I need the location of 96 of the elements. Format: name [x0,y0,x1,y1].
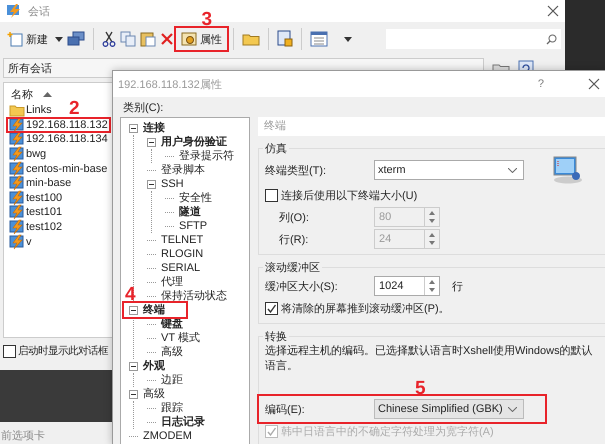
field-label: 终端类型(T): [265,164,328,178]
check-icon [266,426,277,436]
collapse-icon[interactable] [147,138,156,146]
description-text: 选择远程主机的编码。已选择默认语言时Xshell使用Windows的默认语言。 [265,344,594,374]
app-logo-icon [6,3,22,19]
tree-item[interactable]: 高级 [147,345,184,359]
session-icon [9,146,25,162]
tree-item[interactable]: 日志记录 [147,415,206,429]
terminal-type-dropdown[interactable]: xterm [374,160,524,180]
new-document-icon [7,31,23,47]
close-icon [588,78,600,90]
session-icon [9,190,25,206]
session-item[interactable]: bwg [9,146,46,162]
tree-item[interactable]: 边距 [147,373,184,387]
collapse-icon[interactable] [147,180,156,188]
help-button[interactable]: ? [538,78,544,90]
close-icon [547,5,559,17]
step-number: 2 [69,98,80,118]
group-title: 转换 [264,330,288,344]
tree-item[interactable]: TELNET [147,233,204,247]
group-title: 仿真 [264,142,288,156]
tree-item[interactable]: ZMODEM [129,429,193,443]
tree-item[interactable]: RLOGIN [147,247,204,261]
unit-label: 行 [452,280,463,294]
tree-item[interactable]: 键盘 [147,317,184,331]
field-label: 缓冲区大小(S): [265,280,339,294]
tree-item[interactable]: 跟踪 [147,401,184,415]
clipboard-icon [140,31,156,47]
field-label: 行(R): [278,232,310,246]
delete-icon [160,32,174,46]
session-item[interactable]: 192.168.118.134 [9,132,108,147]
tree-item[interactable]: 登录脚本 [147,163,206,177]
search-field[interactable] [386,29,561,49]
scissors-icon [102,31,116,47]
highlight-frame [174,26,229,52]
field-label: 列(O): [278,210,310,224]
tree-item[interactable]: VT 模式 [147,331,201,345]
checkbox-label: 将清除的屏幕推到滚动缓冲区(P)。 [281,302,450,316]
checkbox[interactable] [265,188,278,202]
field-label: 编码(E): [265,402,306,416]
step-number: 5 [415,379,426,398]
tree-item[interactable]: 安全性 [165,191,213,205]
session-item[interactable]: Links [9,103,52,118]
collapse-icon[interactable] [129,362,138,370]
tree-item[interactable]: SERIAL [147,261,202,275]
tree-item[interactable]: 隧道 [165,205,202,219]
copy-icon [120,31,136,47]
session-item[interactable]: test102 [9,220,62,234]
search-icon [546,34,557,44]
step-number: 3 [202,10,212,29]
category-label: 类别(C): [123,102,164,114]
tree-item[interactable]: 连接 [129,121,166,135]
collapse-icon[interactable] [129,390,138,398]
session-item[interactable]: centos-min-base [9,161,108,176]
session-icon [9,116,25,133]
tree-item[interactable]: 登录提示符 [165,149,235,163]
group-title: 滚动缓冲区 [264,260,321,275]
tree-item[interactable]: SFTP [165,219,208,233]
session-item[interactable]: test101 [9,205,62,220]
checkbox[interactable] [3,344,16,358]
checkbox[interactable] [265,302,278,314]
session-icon [9,160,25,177]
panel-header: 终端 [264,120,286,132]
session-item[interactable]: min-base [9,176,72,191]
step-number: 4 [125,285,136,304]
session-icon [9,175,25,192]
number-spinner[interactable]: 1024 [374,276,440,296]
checkbox-label: 连接后使用以下终端大小(U) [281,188,418,202]
collapse-icon[interactable] [129,124,138,132]
session-icon [9,234,25,250]
checkbox-label: 启动时显示此对话框 [18,344,108,358]
dialog-title: 192.168.118.132属性 [118,78,223,92]
session-icon [9,204,25,220]
tree-item[interactable]: 高级 [129,387,166,401]
checkbox-label: 韩中日语言中的不确定字符处理为宽字符(A) [281,424,494,438]
new-button[interactable]: 新建 [4,29,51,49]
session-item[interactable]: v [9,234,32,249]
tree-item[interactable]: 终端 [122,301,188,319]
encoding-dropdown[interactable]: Chinese Simplified (GBK) [374,399,524,419]
caret-icon [55,36,63,42]
status-text: 前选项卡 [1,430,45,442]
column-header[interactable]: 名称 [11,86,33,102]
list-window-icon [310,31,328,47]
tree-item[interactable]: 保持活动状态 [147,289,228,303]
caret-icon [344,36,352,42]
session-icon [9,219,25,236]
sort-ascending-icon [43,92,52,96]
session-item[interactable]: test100 [9,190,62,206]
tree-item[interactable]: 代理 [147,275,184,289]
session-icon [9,131,25,148]
tree-item[interactable]: 外观 [129,359,166,373]
check-icon [266,302,277,314]
tree-item[interactable]: 用户身份验证 [147,135,228,149]
tree-item[interactable]: SSH [147,177,185,191]
collapse-icon[interactable] [129,306,138,314]
highlight-frame [122,301,188,319]
